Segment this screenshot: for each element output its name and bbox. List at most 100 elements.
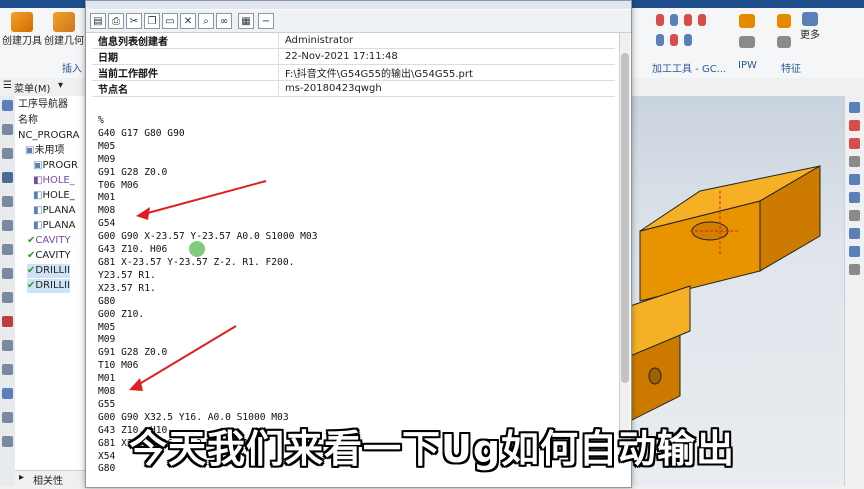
view-icon[interactable]: [849, 192, 860, 203]
print-icon[interactable]: ⎙: [108, 13, 124, 29]
info-value: ms-20180423qwgh: [278, 80, 615, 97]
view-icon[interactable]: [849, 264, 860, 275]
scrollbar-thumb[interactable]: [621, 53, 629, 383]
binoculars-icon[interactable]: ∞: [216, 13, 232, 29]
tool-icon[interactable]: [684, 34, 692, 46]
view-icon[interactable]: [849, 156, 860, 167]
feature-icon[interactable]: [777, 36, 791, 48]
table-row: 信息列表创建者 Administrator: [92, 33, 615, 49]
information-window: ▤ ⎙ ✂ ❐ ▭ ✕ ⌕ ∞ ▦ − 信息列表创建者 Administrato…: [85, 0, 632, 488]
tool-icon[interactable]: [670, 34, 678, 46]
list-item[interactable]: ◧PLANA: [33, 204, 75, 218]
more-icon: [802, 12, 818, 26]
menu-icon: ☰: [3, 80, 12, 91]
info-value: Administrator: [278, 33, 615, 49]
ipw-group: [735, 12, 761, 52]
cut-icon[interactable]: ✂: [126, 13, 142, 29]
list-item-label: DRILLII: [35, 280, 71, 291]
list-item-label: PLANA: [42, 205, 76, 216]
operation-icon[interactable]: [2, 172, 13, 183]
navigator-column-name[interactable]: 名称: [18, 114, 38, 128]
view-icon[interactable]: [849, 210, 860, 221]
window-title-bar[interactable]: [86, 1, 631, 9]
machining-tools-group: [650, 12, 710, 52]
table-row: 日期 22-Nov-2021 17:11:48: [92, 48, 615, 65]
chevron-right-icon: ▸: [19, 472, 25, 483]
ipw-group-label: IPW: [738, 60, 757, 71]
create-geometry-label: 创建几何: [44, 36, 84, 47]
create-geometry-button[interactable]: 创建几何: [44, 12, 84, 47]
assembly-icon[interactable]: [2, 148, 13, 159]
find-icon[interactable]: ⌕: [198, 13, 214, 29]
menu-button[interactable]: 菜单(M): [14, 80, 50, 95]
list-icon[interactable]: [2, 340, 13, 351]
close-icon[interactable]: ✕: [180, 13, 196, 29]
window-toolbar: ▤ ⎙ ✂ ❐ ▭ ✕ ⌕ ∞ ▦ −: [86, 10, 631, 33]
new-icon[interactable]: ▤: [90, 13, 106, 29]
roles-icon[interactable]: [2, 292, 13, 303]
layer-icon[interactable]: [2, 364, 13, 375]
list-item[interactable]: ◧HOLE_: [33, 174, 75, 188]
vertical-scrollbar[interactable]: [619, 33, 630, 453]
minimize-icon[interactable]: −: [258, 13, 274, 29]
more-button[interactable]: 更多: [800, 12, 820, 41]
info-value: F:\抖音文件\G54G55的输出\G54G55.prt: [278, 64, 615, 81]
machine-icon[interactable]: [2, 196, 13, 207]
list-item-label: DRILLII: [35, 265, 71, 276]
tool-icon[interactable]: [684, 14, 692, 26]
cursor-indicator: [189, 241, 205, 257]
info-value: 22-Nov-2021 17:11:48: [278, 48, 615, 65]
geometry-icon: [53, 12, 75, 32]
ipw-icon[interactable]: [739, 36, 755, 48]
info-key: 当前工作部件: [92, 64, 279, 81]
reuse-icon[interactable]: [2, 244, 13, 255]
list-item[interactable]: ▣PROGR: [33, 159, 78, 173]
feature-group-label: 特征: [781, 64, 801, 75]
paste-icon[interactable]: ▭: [162, 13, 178, 29]
settings-icon[interactable]: [2, 100, 13, 111]
tool-icon: [11, 12, 33, 32]
list-item-label: PLANA: [42, 220, 76, 231]
list-item-label: 未用项: [34, 145, 65, 156]
view-icon[interactable]: [849, 228, 860, 239]
view-icon[interactable]: [849, 246, 860, 257]
info-key: 信息列表创建者: [92, 33, 279, 49]
navigator-title: 工序导航器: [18, 99, 68, 110]
annotation-arrows: [129, 180, 267, 391]
tool-icon[interactable]: [698, 14, 706, 26]
machining-tools-group-label: 加工工具 - GC...: [652, 64, 727, 75]
list-item[interactable]: ✔DRILLII: [27, 264, 71, 278]
save-icon[interactable]: ▦: [238, 13, 254, 29]
list-item[interactable]: ✔CAVITY: [27, 234, 71, 248]
create-tool-button[interactable]: 创建刀具: [2, 12, 42, 47]
navigator-root[interactable]: NC_PROGRA: [18, 129, 79, 143]
view-icon[interactable]: [849, 102, 860, 113]
list-item[interactable]: ◧HOLE_: [33, 189, 75, 203]
list-item[interactable]: ◧PLANA: [33, 219, 75, 233]
clock-icon[interactable]: [2, 388, 13, 399]
list-item-label: HOLE_: [42, 190, 75, 201]
navigator-icon[interactable]: [2, 124, 13, 135]
tool-icon[interactable]: [656, 14, 664, 26]
list-item[interactable]: ▣未用项: [25, 144, 64, 158]
list-item[interactable]: ✔DRILLII: [27, 279, 71, 293]
info-header-table: 信息列表创建者 Administrator 日期 22-Nov-2021 17:…: [92, 33, 615, 97]
ipw-icon[interactable]: [739, 14, 755, 28]
table-row: 节点名 ms-20180423qwgh: [92, 80, 615, 97]
video-caption: 今天我们来看一下Ug如何自动输出: [128, 427, 736, 471]
view-icon[interactable]: [849, 120, 860, 131]
tool-icon[interactable]: [670, 14, 678, 26]
chevron-down-icon[interactable]: ▾: [58, 80, 63, 91]
feature-icon[interactable]: [777, 14, 791, 28]
palette-icon[interactable]: [2, 316, 13, 327]
view-icon[interactable]: [849, 138, 860, 149]
list-item-label: PROGR: [42, 160, 78, 171]
info-key: 节点名: [92, 80, 279, 97]
dependency-label: 相关性: [33, 476, 63, 487]
list-item[interactable]: ✔CAVITY: [27, 249, 71, 263]
copy-icon[interactable]: ❐: [144, 13, 160, 29]
history-icon[interactable]: [2, 220, 13, 231]
tool-icon[interactable]: [656, 34, 664, 46]
view-icon[interactable]: [849, 174, 860, 185]
web-icon[interactable]: [2, 268, 13, 279]
